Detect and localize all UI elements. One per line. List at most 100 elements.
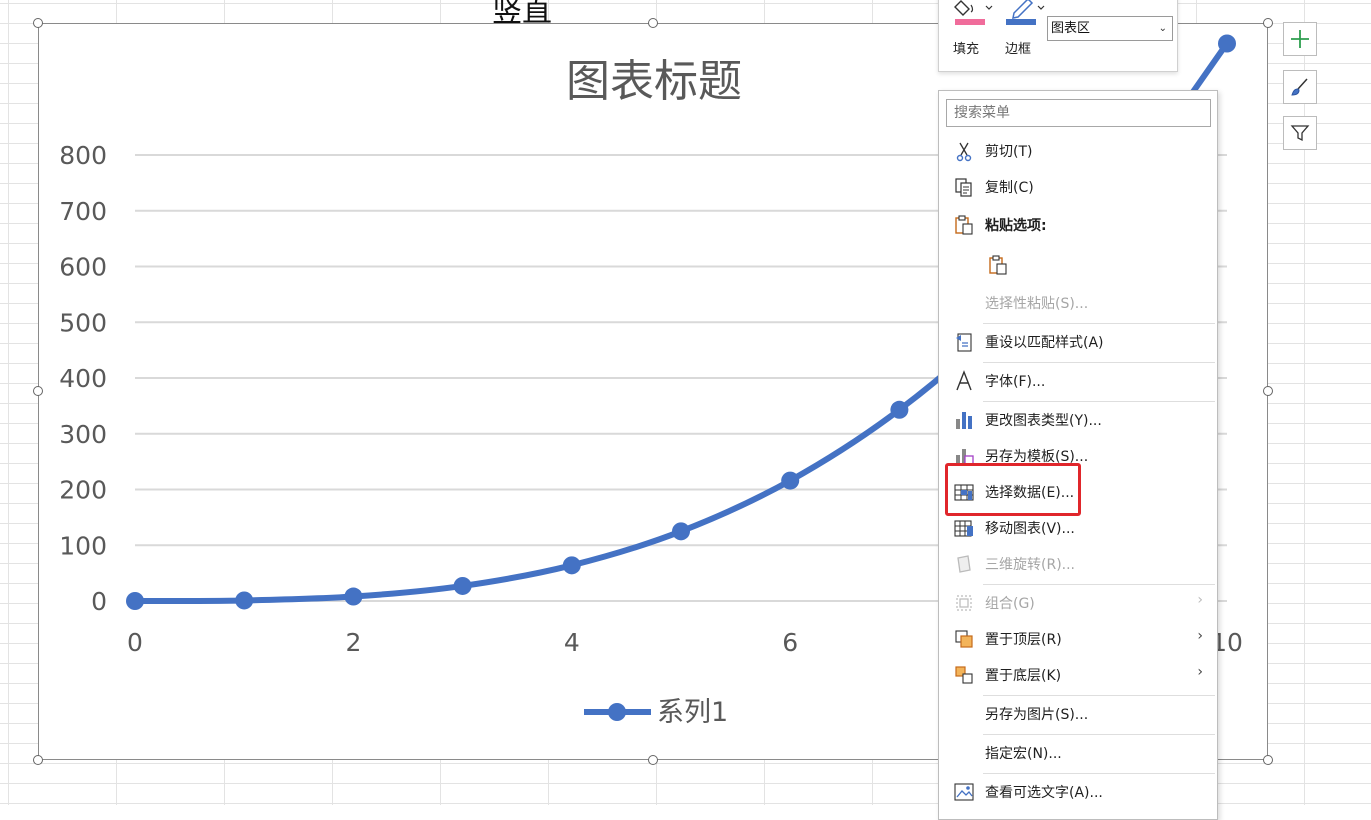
fill-label: 填充 [953,42,980,57]
menu-item-paste-option[interactable] [973,247,1013,283]
y-tick-label: 400 [59,364,107,393]
border-button[interactable]: 边框 [1002,0,1046,57]
menu-item-label: 移动图表(V)... [985,521,1075,537]
menu-item-label: 更改图表类型(Y)... [985,413,1102,429]
chart-element-select-value: 图表区 [1051,21,1091,36]
menu-item-font[interactable]: 字体(F)... [939,363,1217,399]
chevron-right-icon: › [1197,628,1203,644]
group-icon [956,595,972,611]
send-back-icon [955,666,973,684]
y-tick-label: 700 [59,197,107,226]
data-point[interactable] [126,592,144,610]
menu-item-cut[interactable]: 剪切(T) [939,133,1217,169]
resize-handle-br[interactable] [1263,755,1273,765]
data-point[interactable] [1218,34,1236,53]
menu-item-paste-special: 选择性粘贴(S)... [939,285,1217,321]
chart-type-icon [956,412,972,429]
x-tick-label: 4 [564,628,580,657]
menu-item-bring-to-front[interactable]: 置于顶层(R) › [939,621,1217,657]
resize-handle-tm[interactable] [648,18,658,28]
menu-item-save-as-picture[interactable]: 另存为图片(S)... [939,696,1217,732]
y-axis-labels[interactable]: 0 100 200 300 400 500 600 700 800 [59,141,107,616]
menu-item-label: 另存为图片(S)... [985,707,1089,723]
resize-handle-tr[interactable] [1263,18,1273,28]
filter-icon [1290,125,1310,142]
menu-item-group: 组合(G) › [939,585,1217,621]
x-tick-label: 2 [345,628,361,657]
brush-icon [1291,78,1308,96]
resize-handle-tl[interactable] [33,18,43,28]
plus-icon [1291,30,1309,48]
y-tick-label: 300 [59,420,107,449]
menu-item-send-to-back[interactable]: 置于底层(K) › [939,657,1217,693]
y-tick-label: 0 [91,587,107,616]
data-point[interactable] [672,522,690,541]
data-point[interactable] [344,587,363,606]
menu-item-label: 复制(C) [985,180,1034,196]
fill-button[interactable]: 填充 [949,0,993,57]
bring-front-icon [955,630,973,648]
copy-icon [955,178,972,197]
chart-elements-button[interactable] [1283,22,1317,56]
menu-item-change-chart-type[interactable]: 更改图表类型(Y)... [939,402,1217,438]
legend-marker [608,703,626,721]
menu-item-reset-style[interactable]: 重设以匹配样式(A) [939,324,1217,360]
chevron-down-icon: ⌄ [1158,23,1167,34]
menu-item-label: 指定宏(N)... [985,746,1062,762]
menu-item-label: 组合(G) [985,596,1035,612]
search-menu-placeholder: 搜索菜单 [954,105,1010,121]
resize-handle-ml[interactable] [33,386,43,396]
border-label: 边框 [1005,42,1032,57]
paste-option-icon [989,255,1007,275]
menu-item-label: 查看可选文字(A)... [985,785,1103,801]
resize-handle-bl[interactable] [33,755,43,765]
menu-item-label: 置于顶层(R) [985,632,1062,648]
move-chart-icon [954,520,973,537]
chart-styles-button[interactable] [1283,70,1317,104]
menu-item-copy[interactable]: 复制(C) [939,169,1217,205]
context-menu: 搜索菜单 剪切(T) 复制(C) 粘贴选项: 选择性粘贴(S)... 重设以匹配… [938,90,1218,820]
data-point[interactable] [781,471,800,490]
menu-item-label: 置于底层(K) [985,668,1062,684]
select-data-highlight [945,463,1081,516]
search-menu-input[interactable]: 搜索菜单 [946,99,1211,127]
chart-filters-button[interactable] [1283,116,1317,150]
3d-rotation-icon [957,555,971,573]
scissors-icon [956,142,972,162]
menu-item-label: 剪切(T) [985,144,1033,160]
alt-text-icon [954,783,974,801]
fill-bucket-icon [954,0,993,25]
menu-item-label: 字体(F)... [985,374,1046,390]
menu-item-label: 重设以匹配样式(A) [985,335,1104,351]
resize-handle-bm[interactable] [648,755,658,765]
paste-icon [955,215,973,235]
y-tick-label: 500 [59,308,107,337]
menu-item-label: 粘贴选项: [985,218,1047,234]
font-icon [956,370,972,391]
menu-item-label: 三维旋转(R)... [985,557,1076,573]
y-tick-label: 200 [59,476,107,505]
menu-item-assign-macro[interactable]: 指定宏(N)... [939,735,1217,771]
legend-label: 系列1 [657,697,728,728]
menu-item-paste-options: 粘贴选项: [939,207,1217,243]
chart-element-select[interactable]: 图表区 ⌄ [1047,16,1173,41]
data-point[interactable] [235,591,254,610]
y-tick-label: 100 [59,531,107,560]
menu-item-label: 选择性粘贴(S)... [985,296,1089,312]
pen-icon [1006,0,1045,25]
y-tick-label: 800 [59,141,107,170]
chevron-right-icon: › [1197,592,1203,608]
mini-toolbar: 填充 边框 图表区 ⌄ [938,0,1178,72]
chevron-right-icon: › [1197,664,1203,680]
resize-handle-mr[interactable] [1263,386,1273,396]
menu-item-3d-rotation: 三维旋转(R)... [939,546,1217,582]
chart-title[interactable]: 图表标题 [566,56,742,107]
data-point[interactable] [562,556,581,575]
x-tick-label: 0 [127,628,143,657]
data-point[interactable] [453,576,472,595]
reset-style-icon [956,333,972,352]
legend[interactable]: 系列1 [584,697,728,728]
x-tick-label: 6 [782,628,798,657]
data-point[interactable] [890,400,909,419]
y-tick-label: 600 [59,253,107,282]
